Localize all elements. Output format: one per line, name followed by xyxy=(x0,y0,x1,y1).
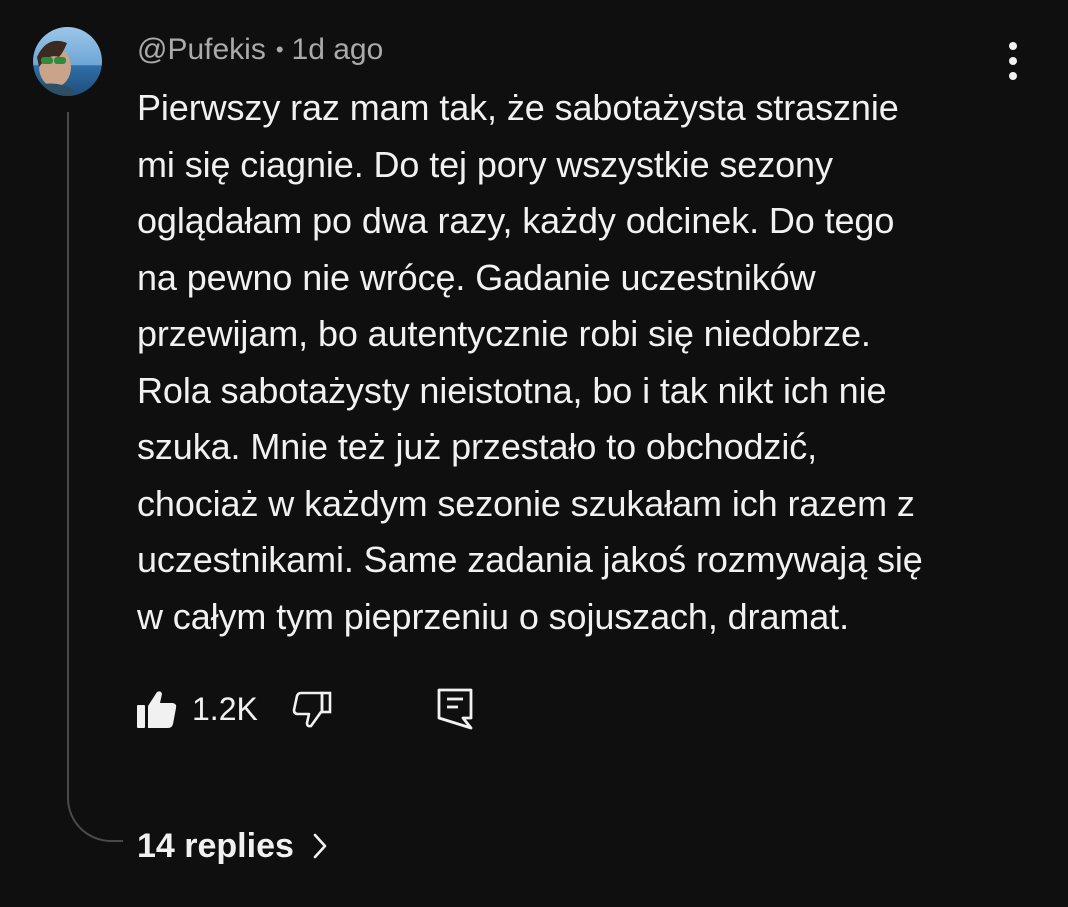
menu-dot xyxy=(1009,57,1017,65)
comment-text-line: oglądałam po dwa razy, każdy odcinek. Do… xyxy=(137,200,895,241)
thread-connector-line xyxy=(67,112,123,842)
comment-timestamp[interactable]: 1d ago xyxy=(292,33,384,67)
menu-dot xyxy=(1009,42,1017,50)
comment-text-line: przewijam, bo autentycznie robi się nied… xyxy=(137,313,871,354)
comment-header: @Pufekis • 1d ago xyxy=(137,31,383,69)
view-replies-button[interactable]: 14 replies xyxy=(137,822,328,870)
comment-thread: @Pufekis • 1d ago Pierwszy raz mam tak, … xyxy=(0,0,1068,907)
comment-text-line: mi się ciagnie. Do tej pory wszystkie se… xyxy=(137,143,833,185)
reply-comment-icon xyxy=(437,688,473,730)
comment-text-line: Rola sabotażysty nieistotna, bo i tak ni… xyxy=(137,369,887,411)
menu-dot xyxy=(1009,72,1017,80)
comment-text-line: Pierwszy raz mam tak, że sabotażysta str… xyxy=(137,87,899,128)
thumbs-up-filled-icon xyxy=(137,691,177,728)
comment-actions: 1.2K xyxy=(136,684,474,734)
replies-label: 14 replies xyxy=(137,826,294,865)
comment-text-line: szuka. Mnie też już przestało to obchodz… xyxy=(137,426,818,467)
more-vert-icon[interactable] xyxy=(996,38,1030,84)
author-name[interactable]: @Pufekis xyxy=(137,33,266,67)
avatar[interactable] xyxy=(33,27,102,96)
comment-text-line: w całym tym pieprzeniu o sojuszach, dram… xyxy=(137,595,849,637)
dislike-button[interactable] xyxy=(292,688,334,730)
reply-button[interactable] xyxy=(436,687,474,731)
comment-text-line: chociaż w każdym sezonie szukałam ich ra… xyxy=(137,482,915,524)
comment-text-line: na pewno nie wrócę. Gadanie uczestników xyxy=(137,256,816,298)
avatar-image xyxy=(33,27,102,96)
comment-text-line: uczestnikami. Same zadania jakoś rozmywa… xyxy=(137,539,923,580)
meta-separator: • xyxy=(275,37,284,62)
like-count: 1.2K xyxy=(192,690,258,727)
thumbs-down-outline-icon xyxy=(292,691,332,728)
like-button[interactable] xyxy=(136,688,178,730)
comment-text: Pierwszy raz mam tak, że sabotażysta str… xyxy=(137,80,1017,645)
chevron-right-icon xyxy=(312,832,328,860)
